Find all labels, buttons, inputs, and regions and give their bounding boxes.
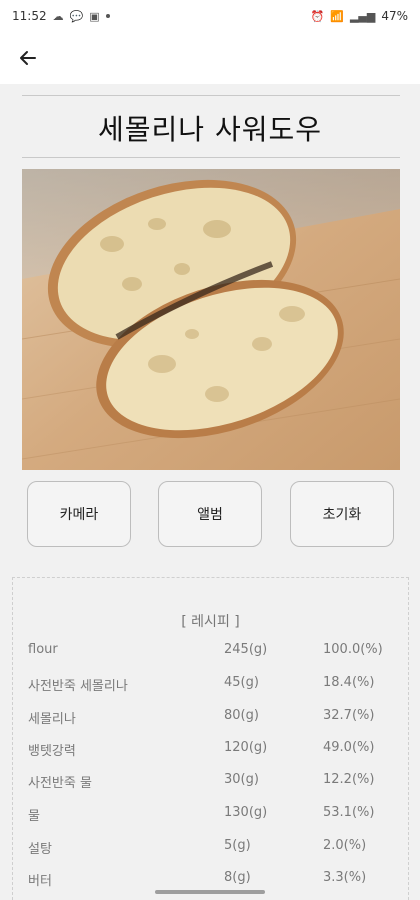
signal-icon: ▂▄▆ (349, 9, 376, 23)
status-left: 11:52 ☁ 💬 ▣ (12, 9, 110, 23)
status-bar: 11:52 ☁ 💬 ▣ ⏰ 📶 ▂▄▆ 47% (0, 0, 420, 32)
ingredient-percentage: 3.3(%) (323, 870, 367, 885)
ingredient-name: 물 (28, 809, 40, 824)
bread-image (22, 169, 400, 470)
gallery-icon: ▣ (89, 9, 100, 23)
back-arrow-icon (20, 51, 36, 65)
alarm-icon: ⏰ (310, 9, 325, 23)
ingredient-name: flour (28, 642, 58, 657)
status-time: 11:52 (12, 9, 47, 23)
app-bar (0, 32, 420, 84)
ingredient-percentage: 49.0(%) (323, 740, 375, 755)
ingredient-quantity: 45(g) (224, 675, 259, 690)
recipe-row: 뱅텟강력 120(g) 49.0(%) (28, 740, 388, 760)
ingredient-percentage: 12.2(%) (323, 772, 375, 787)
title-top-divider (22, 95, 400, 96)
action-button-row: 카메라 앨범 초기화 (27, 481, 397, 547)
album-button[interactable]: 앨범 (158, 481, 262, 547)
ingredient-name: 세몰리나 (28, 712, 76, 727)
ingredient-quantity: 5(g) (224, 838, 251, 853)
notification-dot-icon (105, 14, 110, 18)
title-bottom-divider (22, 157, 400, 158)
ingredient-name: 사전반죽 물 (28, 776, 92, 791)
back-button[interactable] (14, 44, 42, 72)
recipe-card: [ 레시피 ] flour 245(g) 100.0(%) 사전반죽 세몰리나 … (12, 577, 409, 900)
recipe-row: 사전반죽 물 30(g) 12.2(%) (28, 772, 388, 792)
battery-level: 47% (381, 9, 408, 23)
ingredient-quantity: 245(g) (224, 642, 268, 657)
recipe-header: [ 레시피 ] (181, 614, 240, 630)
ingredient-percentage: 18.4(%) (323, 675, 375, 690)
home-indicator[interactable] (155, 890, 265, 894)
ingredient-quantity: 130(g) (224, 805, 268, 820)
ingredient-percentage: 100.0(%) (323, 642, 383, 657)
camera-button[interactable]: 카메라 (27, 481, 131, 547)
recipe-row: 세몰리나 80(g) 32.7(%) (28, 708, 388, 728)
ingredient-percentage: 2.0(%) (323, 838, 367, 853)
wifi-icon: 📶 (330, 9, 344, 23)
ingredient-quantity: 8(g) (224, 870, 251, 885)
page-title: 세몰리나 사워도우 (98, 113, 322, 146)
cloud-icon: ☁ (52, 9, 64, 23)
chat-icon: 💬 (69, 9, 84, 23)
recipe-row: flour 245(g) 100.0(%) (28, 642, 388, 662)
ingredient-quantity: 80(g) (224, 708, 259, 723)
recipe-row: 물 130(g) 53.1(%) (28, 805, 388, 825)
ingredient-name: 설탕 (28, 842, 52, 857)
ingredient-percentage: 53.1(%) (323, 805, 375, 820)
ingredient-name: 버터 (28, 874, 52, 889)
ingredient-quantity: 120(g) (224, 740, 268, 755)
bread-photo[interactable] (22, 169, 400, 470)
ingredient-percentage: 32.7(%) (323, 708, 375, 723)
ingredient-name: 사전반죽 세몰리나 (28, 679, 128, 694)
ingredient-name: 뱅텟강력 (28, 744, 76, 759)
recipe-row: 설탕 5(g) 2.0(%) (28, 838, 388, 858)
recipe-row: 버터 8(g) 3.3(%) (28, 870, 388, 890)
ingredient-quantity: 30(g) (224, 772, 259, 787)
status-right: ⏰ 📶 ▂▄▆ 47% (311, 9, 408, 23)
reset-button[interactable]: 초기화 (290, 481, 394, 547)
recipe-row: 사전반죽 세몰리나 45(g) 18.4(%) (28, 675, 388, 695)
